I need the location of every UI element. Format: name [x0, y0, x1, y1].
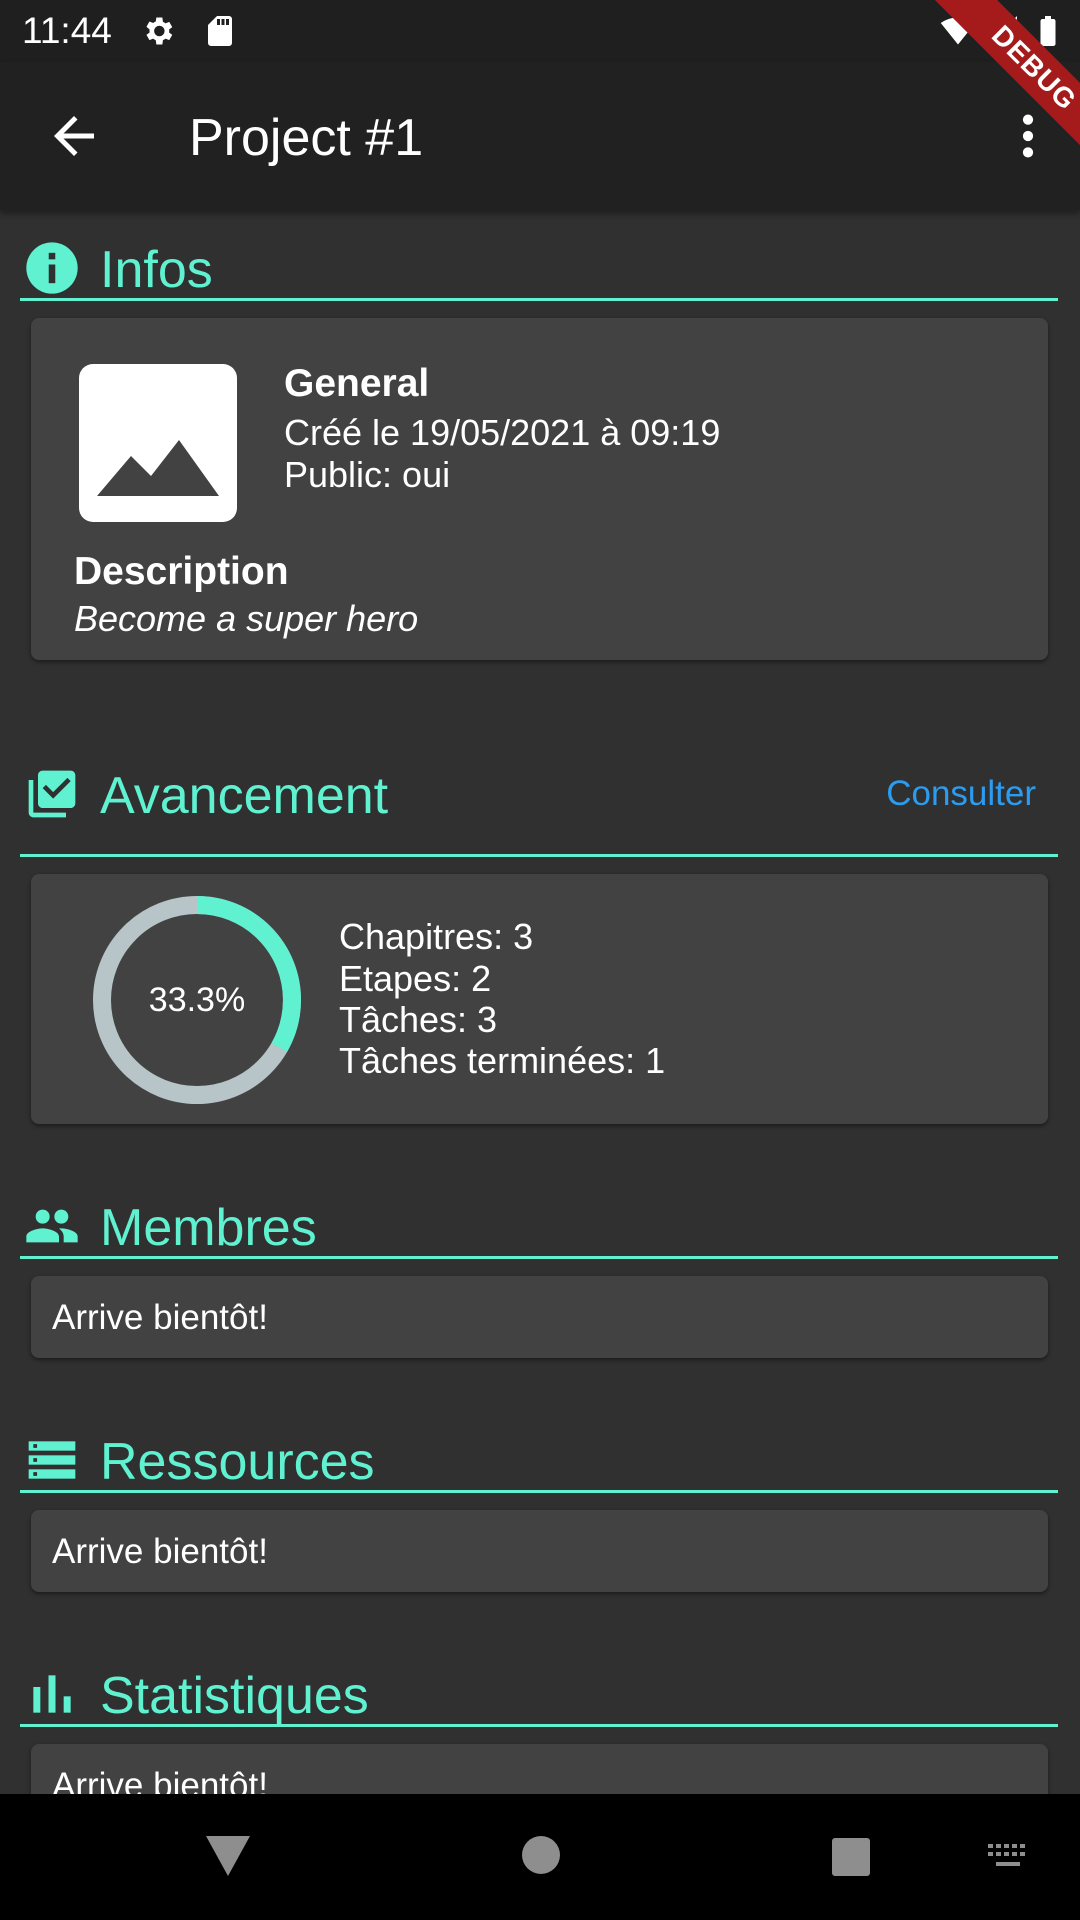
infos-title: Infos: [100, 241, 213, 299]
back-arrow-icon[interactable]: [38, 106, 110, 166]
tasks-count: Tâches: 3: [339, 999, 498, 1040]
info-icon: [26, 242, 78, 294]
description-text: Become a super hero: [74, 598, 419, 639]
members-divider: [20, 1256, 1058, 1259]
resources-placeholder-text: Arrive bientôt!: [52, 1532, 268, 1571]
consult-button[interactable]: Consulter: [874, 770, 1048, 818]
nav-home-icon[interactable]: [518, 1832, 564, 1878]
status-time: 11:44: [22, 10, 112, 51]
created-date: Créé le 19/05/2021 à 09:19: [284, 412, 721, 453]
settings-icon: [146, 17, 173, 45]
stats-title: Statistiques: [100, 1667, 369, 1725]
status-bar: 11:44: [0, 0, 1080, 62]
system-nav-bar: [0, 1794, 1080, 1920]
description-title: Description: [74, 550, 289, 593]
steps-count: Etapes: 2: [339, 958, 492, 999]
progress-card: 33.3% Chapitres: 3 Etapes: 2 Tâches: 3 T…: [31, 874, 1048, 1124]
public-status: Public: oui: [284, 454, 451, 495]
resources-title: Ressources: [100, 1433, 375, 1491]
infos-header: Infos: [20, 232, 1058, 302]
progress-header: Avancement Consulter: [20, 758, 1058, 828]
members-card: Arrive bientôt!: [31, 1276, 1048, 1358]
stats-header: Statistiques: [20, 1658, 1058, 1728]
nav-recents-icon[interactable]: [830, 1836, 872, 1878]
app-bar: Project #1: [0, 62, 1080, 210]
stats-placeholder-text: Arrive bientôt!: [52, 1766, 268, 1794]
project-image: [79, 364, 237, 522]
general-title: General: [284, 362, 430, 405]
infos-card: General Créé le 19/05/2021 à 09:19 Publi…: [31, 318, 1048, 660]
members-header: Membres: [20, 1190, 1058, 1260]
members-title: Membres: [100, 1199, 317, 1257]
resources-divider: [20, 1490, 1058, 1493]
chapters-count: Chapitres: 3: [339, 916, 534, 957]
keyboard-icon[interactable]: [986, 1842, 1030, 1872]
page-title: Project #1: [189, 109, 424, 167]
members-placeholder-text: Arrive bientôt!: [52, 1298, 268, 1337]
sd-card-icon: [208, 16, 232, 46]
resources-card: Arrive bientôt!: [31, 1510, 1048, 1592]
progress-percent: 33.3%: [148, 981, 246, 1019]
storage-icon: [28, 1441, 76, 1479]
library-check-icon: [28, 770, 76, 818]
image-placeholder-icon: [97, 440, 219, 496]
progress-title: Avancement: [100, 767, 389, 825]
stats-card: Arrive bientôt!: [31, 1744, 1048, 1794]
project-content[interactable]: Infos General Créé le 19/05/2021 à 09:19…: [0, 210, 1080, 1794]
stats-divider: [20, 1724, 1058, 1727]
people-icon: [26, 1209, 78, 1243]
infos-divider: [20, 298, 1058, 301]
bar-chart-icon: [33, 1675, 71, 1713]
nav-back-icon[interactable]: [204, 1834, 252, 1878]
resources-header: Ressources: [20, 1424, 1058, 1494]
more-options-icon[interactable]: [1000, 106, 1056, 166]
tasks-done-count: Tâches terminées: 1: [339, 1040, 666, 1081]
progress-divider: [20, 854, 1058, 857]
